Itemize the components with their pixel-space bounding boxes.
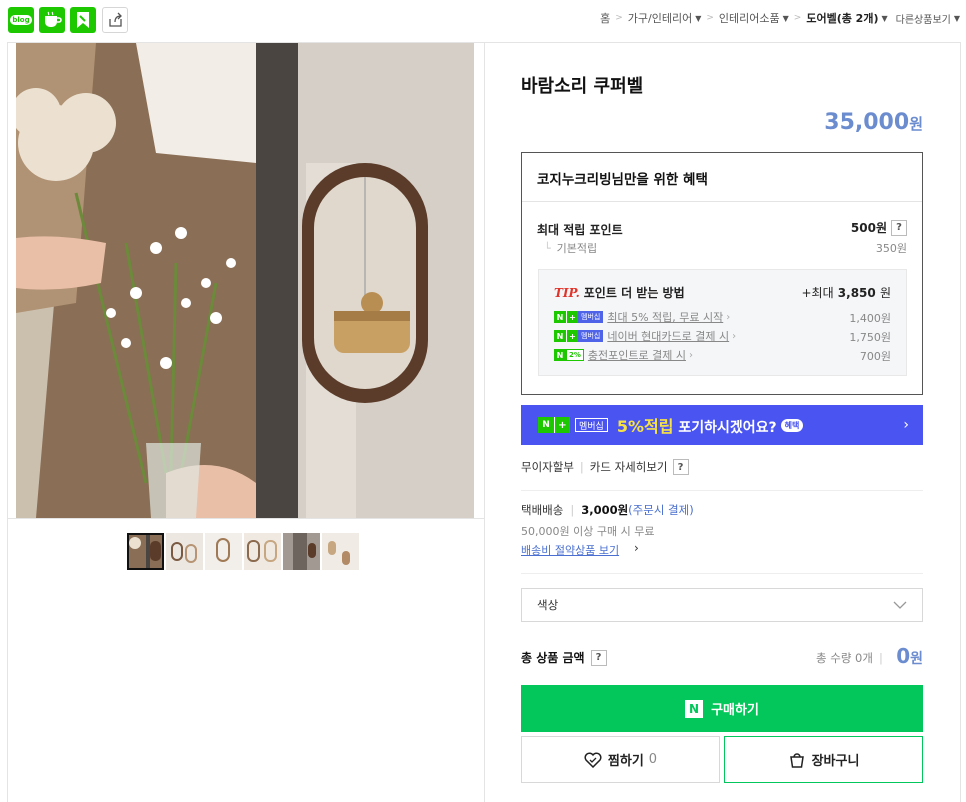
naver-plus-membership-icon: N + 멤버십 [538,417,608,433]
payment-info: 무이자할부 | 카드 자세히보기 ? [521,459,689,475]
tip-box: TIP. 포인트 더 받는 방법 +최대 3,850 원 N + 멤버십 최대 5% … [538,269,907,376]
tip-item-hyundai-card-value: 1,750원 [849,331,891,344]
top-bar: blog 홈 > 가구/인테리어 ▼ > 인테리어소품 ▼ > 도어벨(총 2개) ▼… [0,0,966,38]
wishlist-count: 0 [648,752,658,767]
card-help-icon[interactable]: ? [672,459,689,475]
tip-item-charge-points-value: 700원 [859,350,891,363]
tip-item-membership-value: 1,400원 [849,312,891,325]
benefit-divider [522,201,922,202]
main-product-image[interactable] [16,43,474,518]
total-help-icon[interactable]: ? [590,649,607,666]
total-label: 총 상품 금액 ? [521,649,607,666]
benefit-box: 코지누크리빙님만을 위한 혜택 최대 적립 포인트 500원 ? └ 기본적립 3… [521,152,923,395]
thumbnail-3[interactable] [205,533,242,570]
section-divider [521,490,923,491]
breadcrumb-category-1[interactable]: 가구/인테리어 [628,10,692,26]
image-bottom-divider [8,518,484,519]
product-title: 바람소리 쿠퍼벨 [521,76,644,97]
card-detail-link[interactable]: 카드 자세히보기 [590,459,668,475]
section-divider [521,573,923,574]
thumbnail-4[interactable] [244,533,281,570]
tip-heading: TIP. 포인트 더 받는 방법 [554,286,685,300]
buy-button[interactable]: N 구매하기 [521,685,923,732]
shipping-saver-link[interactable]: 배송비 절약상품 보기 [521,542,619,558]
tip-item-membership[interactable]: N + 멤버십 최대 5% 적립, 무료 시작 › [554,309,730,325]
wishlist-button[interactable]: 찜하기 0 [521,736,720,783]
basic-points-label: └ 기본적립 [544,242,598,255]
naver-n-icon: N [685,699,704,718]
chevron-right-icon: › [634,541,639,555]
column-divider [484,42,485,802]
thumbnail-6[interactable] [322,533,359,570]
shipping-info: 택배배송 | 3,000원 (주문시 결제) [521,503,694,517]
shipping-method: 택배배송 [521,503,564,517]
max-points: 500원 ? [851,219,907,236]
product-price: 35,000원 [824,110,923,135]
share-icon[interactable] [102,7,128,33]
max-points-value: 500원 [850,221,887,235]
cart-label: 장바구니 [811,754,860,769]
breadcrumb: 홈 > 가구/인테리어 ▼ > 인테리어소품 ▼ > 도어벨(총 2개) ▼ 다른상품… [600,10,960,26]
chevron-down-icon [893,601,907,609]
shipping-fee-note: (주문시 결제) [628,503,694,517]
max-points-help-icon[interactable]: ? [891,219,907,236]
thumbnail-strip [127,533,359,570]
tip-item-hyundai-card[interactable]: N + 멤버십 네이버 현대카드로 결제 시 › [554,328,736,344]
total-amount: 0원 [896,644,923,668]
benefit-heading: 코지누크리빙님만을 위한 혜택 [537,172,708,188]
bookmark-share-icon[interactable] [70,7,96,33]
basic-points-value: 350원 [875,242,907,255]
banner-text: 5%적립 포기하시겠어요? [616,417,777,436]
color-option-select[interactable]: 색상 [521,588,923,622]
color-option-placeholder: 색상 [537,598,559,612]
wishlist-label: 찜하기 [607,754,644,769]
cart-button[interactable]: 장바구니 [724,736,923,783]
chevron-right-icon: › [903,417,909,433]
thumbnail-5[interactable] [283,533,320,570]
thumbnail-1[interactable] [127,533,164,570]
naver-pay-badge-icon: N 2% [554,349,584,361]
buy-button-label: 구매하기 [711,703,759,718]
breadcrumb-current[interactable]: 도어벨(총 2개) [806,10,878,26]
breadcrumb-home[interactable]: 홈 [600,10,610,26]
free-shipping-condition: 50,000원 이상 구매 시 무료 [521,525,655,538]
shipping-fee: 3,000원 [581,503,629,517]
breadcrumb-category-2[interactable]: 인테리어소품 [719,10,780,26]
thumbnail-2[interactable] [166,533,203,570]
banner-pill: 혜택 [780,418,804,432]
max-points-label: 최대 적립 포인트 [537,223,623,237]
blog-share-icon[interactable]: blog [8,7,34,33]
membership-banner[interactable]: N + 멤버십 5%적립 포기하시겠어요? 혜택 › [521,405,923,445]
shopping-bag-icon [789,752,804,768]
cafe-share-icon[interactable] [39,7,65,33]
naver-plus-badge-icon: N + 멤버십 [554,330,604,342]
naver-plus-badge-icon: N + 멤버십 [554,311,604,323]
total-quantity: 총 수량 0개 | [816,651,883,665]
tip-item-charge-points[interactable]: N 2% 충전포인트로 결제 시 › [554,347,693,363]
other-products-link[interactable]: 다른상품보기 [896,11,951,26]
tip-total: +최대 3,850 원 [801,286,891,300]
installment-label: 무이자할부 [521,460,574,474]
heart-icon [584,752,602,768]
